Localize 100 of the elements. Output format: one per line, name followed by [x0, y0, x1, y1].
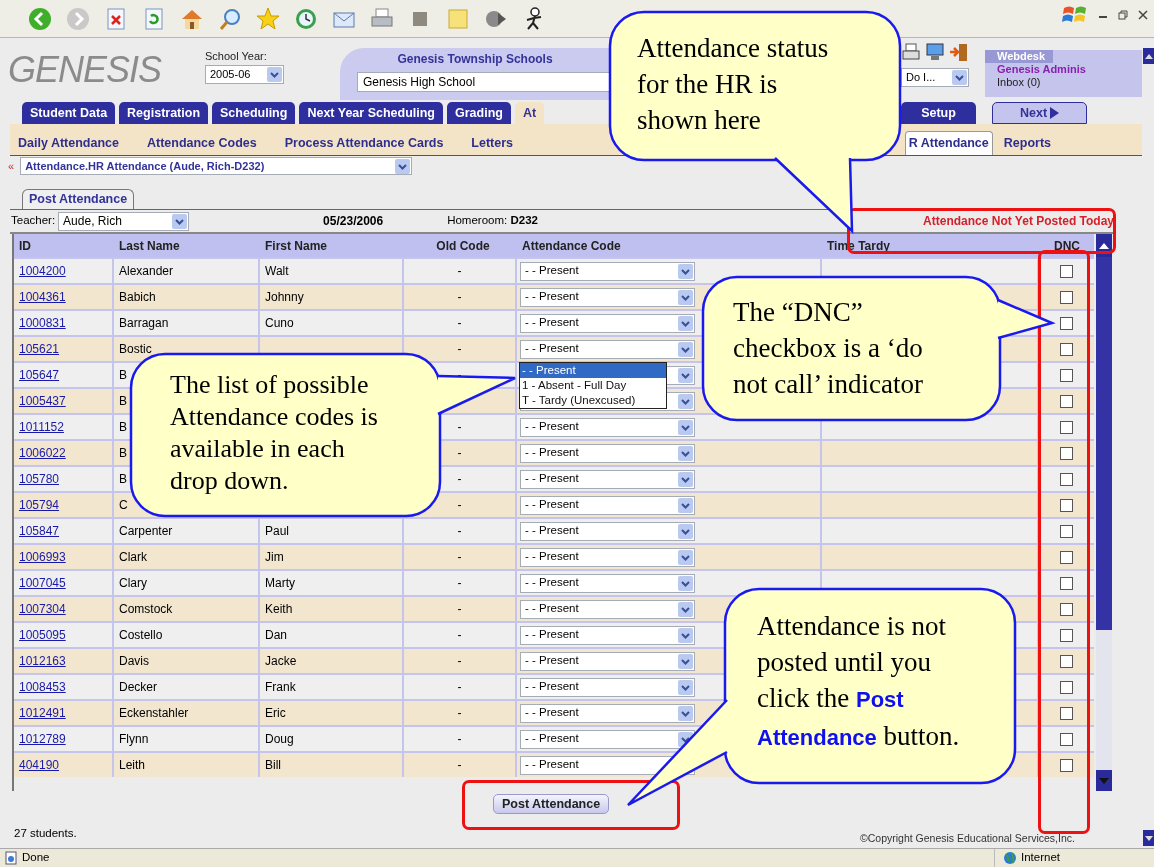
- teacher-select[interactable]: Aude, Rich: [58, 211, 190, 231]
- attendance-code-select[interactable]: - - Present: [520, 469, 695, 489]
- nav-tab[interactable]: At: [514, 102, 545, 124]
- star-icon[interactable]: [256, 6, 280, 31]
- dnc-checkbox[interactable]: [1060, 576, 1073, 590]
- student-id-link[interactable]: 1005437: [19, 392, 66, 410]
- student-id-link[interactable]: 404190: [19, 756, 60, 774]
- history-icon[interactable]: [294, 6, 318, 31]
- student-id-link[interactable]: 1007304: [19, 600, 66, 618]
- attendance-code-select[interactable]: - - Present: [520, 547, 695, 567]
- dnc-checkbox[interactable]: [1060, 368, 1073, 382]
- refresh-icon[interactable]: [142, 6, 166, 31]
- dropdown-option[interactable]: 1 - Absent - Full Day: [520, 378, 666, 393]
- student-id-link[interactable]: 105847: [19, 522, 60, 540]
- attendance-code-select[interactable]: - - Present: [520, 729, 695, 749]
- student-id-link[interactable]: 1008453: [19, 678, 66, 696]
- attendance-code-select[interactable]: - - Present: [520, 287, 695, 307]
- close-icon[interactable]: [1138, 10, 1148, 20]
- dnc-checkbox[interactable]: [1060, 264, 1073, 278]
- search-icon[interactable]: [218, 6, 242, 31]
- attendance-code-select[interactable]: - - Present: [520, 599, 695, 619]
- attendance-code-select[interactable]: - - Present: [520, 677, 695, 697]
- student-id-link[interactable]: 1012491: [19, 704, 66, 722]
- last-name: Bostic: [119, 341, 152, 358]
- nav-tab[interactable]: Setup: [901, 102, 976, 124]
- dropdown-option[interactable]: T - Tardy (Unexcused): [520, 393, 666, 408]
- restore-icon[interactable]: [1118, 10, 1128, 20]
- attendance-code-select[interactable]: - - Present: [520, 339, 695, 359]
- nav-tab[interactable]: Registration: [119, 102, 209, 124]
- page-select[interactable]: Attendance.HR Attendance (Aude, Rich-D232): [20, 157, 413, 175]
- dnc-checkbox[interactable]: [1060, 654, 1073, 668]
- attendance-code-select[interactable]: - - Present: [520, 261, 695, 281]
- attendance-code-select[interactable]: - - Present: [520, 495, 695, 515]
- school-field[interactable]: Genesis High School: [357, 72, 610, 92]
- dnc-checkbox[interactable]: [1060, 732, 1073, 746]
- scrollbar[interactable]: [1096, 234, 1112, 791]
- inbox-link[interactable]: Inbox (0): [997, 76, 1142, 89]
- sub-tab[interactable]: Letters: [468, 131, 516, 155]
- attendance-code-select[interactable]: - - Present: [520, 443, 695, 463]
- nav-tab[interactable]: Student Data: [22, 102, 116, 124]
- student-id-link[interactable]: 1012163: [19, 652, 66, 670]
- dnc-checkbox[interactable]: [1060, 420, 1073, 434]
- attendance-code-select[interactable]: - - Present: [520, 703, 695, 723]
- dnc-checkbox[interactable]: [1060, 602, 1073, 616]
- sub-tab[interactable]: Process Attendance Cards: [281, 131, 447, 155]
- sub-tab[interactable]: Reports: [1000, 131, 1054, 155]
- dnc-checkbox[interactable]: [1060, 758, 1073, 772]
- dnc-checkbox[interactable]: [1060, 342, 1073, 356]
- nav-tab[interactable]: Next Year Scheduling: [299, 102, 443, 124]
- quick-select[interactable]: Do I...: [901, 68, 969, 87]
- monitor-icon[interactable]: [925, 42, 945, 62]
- dnc-checkbox[interactable]: [1060, 472, 1073, 486]
- dnc-checkbox[interactable]: [1060, 394, 1073, 408]
- dnc-checkbox[interactable]: [1060, 290, 1073, 304]
- dnc-checkbox[interactable]: [1060, 316, 1073, 330]
- attendance-code-select[interactable]: - - Present: [520, 625, 695, 645]
- student-id-link[interactable]: 1006993: [19, 548, 66, 566]
- dropdown-option[interactable]: - - Present: [520, 363, 666, 378]
- student-id-link[interactable]: 1007045: [19, 574, 66, 592]
- scroll-up-icon[interactable]: [1099, 242, 1109, 249]
- stop-icon[interactable]: [104, 6, 128, 31]
- scroll-down-icon[interactable]: [1143, 830, 1154, 846]
- student-id-link[interactable]: 1004361: [19, 288, 66, 306]
- nav-tab[interactable]: Scheduling: [212, 102, 296, 124]
- attendance-code-select[interactable]: - - Present: [520, 417, 695, 437]
- student-id-link[interactable]: 105647: [19, 366, 60, 384]
- student-id-link[interactable]: 1011152: [19, 418, 64, 436]
- sub-tab[interactable]: Attendance Codes: [143, 131, 260, 155]
- panel-tab[interactable]: Post Attendance: [22, 189, 135, 209]
- dnc-checkbox[interactable]: [1060, 628, 1073, 642]
- student-id-link[interactable]: 1004200: [19, 262, 66, 280]
- sub-tab[interactable]: Daily Attendance: [15, 131, 122, 155]
- attendance-code-select[interactable]: - - Present: [520, 521, 695, 541]
- student-id-link[interactable]: 1012789: [19, 730, 66, 748]
- collapse-marker[interactable]: «: [8, 157, 15, 175]
- nav-tab[interactable]: Grading: [447, 102, 511, 124]
- student-id-link[interactable]: 1006022: [19, 444, 66, 462]
- post-attendance-button[interactable]: Post Attendance: [493, 794, 610, 814]
- dnc-checkbox[interactable]: [1060, 680, 1073, 694]
- back-icon[interactable]: [28, 6, 52, 31]
- student-id-link[interactable]: 105780: [19, 470, 60, 488]
- exit-door-icon[interactable]: [949, 42, 969, 62]
- last-name: Costello: [119, 627, 163, 644]
- dnc-checkbox[interactable]: [1060, 498, 1073, 512]
- student-id-link[interactable]: 105621: [19, 340, 60, 358]
- student-id-link[interactable]: 1000831: [19, 314, 66, 332]
- scroll-up-icon[interactable]: [1143, 48, 1154, 64]
- attendance-code-select[interactable]: - - Present: [520, 573, 695, 593]
- attendance-code-select[interactable]: - - Present: [520, 651, 695, 671]
- dnc-checkbox[interactable]: [1060, 524, 1073, 538]
- print-icon[interactable]: [901, 42, 921, 62]
- dnc-checkbox[interactable]: [1060, 446, 1073, 460]
- next-button[interactable]: Next: [992, 102, 1087, 124]
- sub-tab[interactable]: R Attendance: [904, 131, 993, 155]
- student-id-link[interactable]: 105794: [19, 496, 60, 514]
- student-id-link[interactable]: 1005095: [19, 626, 66, 644]
- school-year-select[interactable]: 2005-06: [205, 65, 284, 84]
- attendance-code-select[interactable]: - - Present: [520, 313, 695, 333]
- dnc-checkbox[interactable]: [1060, 550, 1073, 564]
- dnc-checkbox[interactable]: [1060, 706, 1073, 720]
